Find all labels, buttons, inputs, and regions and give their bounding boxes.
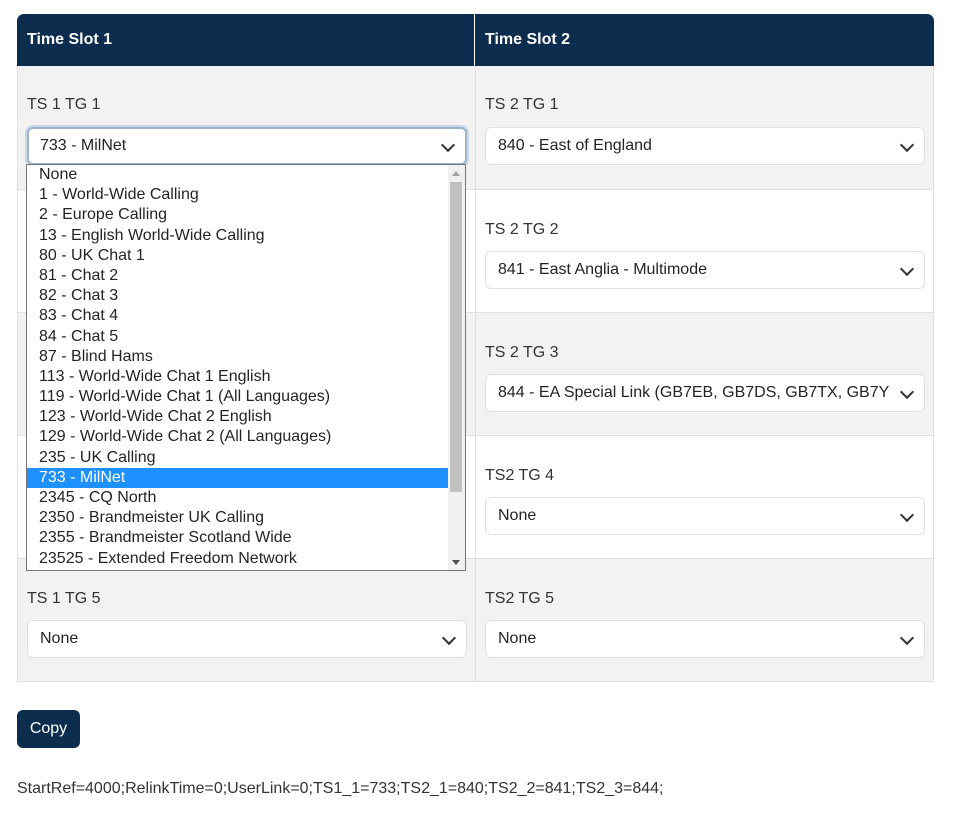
dropdown-option[interactable]: 80 - UK Chat 1 xyxy=(27,246,465,266)
ts2-tg4-label: TS2 TG 4 xyxy=(485,467,555,484)
chevron-down-icon xyxy=(440,137,456,153)
dropdown-option[interactable]: 119 - World-Wide Chat 1 (All Languages) xyxy=(27,387,465,407)
ts2-tg1-cell: TS 2 TG 1 840 - East of England xyxy=(475,66,934,189)
ts2-tg1-select[interactable]: 840 - East of England xyxy=(485,127,925,165)
dropdown-option[interactable]: 2345 - CQ North xyxy=(27,488,465,508)
ts2-tg5-select[interactable]: None xyxy=(485,620,925,658)
select-value: 840 - East of England xyxy=(498,137,652,154)
chevron-down-icon xyxy=(899,630,915,646)
dropdown-option[interactable]: 23525 - Extended Freedom Network xyxy=(27,549,465,569)
header-time-slot-1: Time Slot 1 xyxy=(17,14,475,66)
ts1-tg5-cell: TS 1 TG 5 None xyxy=(17,559,475,681)
ts1-tg5-select[interactable]: None xyxy=(27,620,467,658)
ts2-tg3-select[interactable]: 844 - EA Special Link (GB7EB, GB7DS, GB7… xyxy=(485,374,925,412)
ts2-tg1-label: TS 2 TG 1 xyxy=(485,96,559,113)
select-value: 733 - MilNet xyxy=(40,137,127,154)
table-header: Time Slot 1 Time Slot 2 xyxy=(17,14,934,66)
header-time-slot-2: Time Slot 2 xyxy=(485,31,571,48)
dropdown-option[interactable]: 2 - Europe Calling xyxy=(27,205,465,225)
chevron-down-icon xyxy=(899,261,915,277)
ts1-tg1-label: TS 1 TG 1 xyxy=(27,96,101,113)
ts2-tg2-label: TS 2 TG 2 xyxy=(485,221,559,238)
select-value: None xyxy=(498,630,537,647)
config-output-text: StartRef=4000;RelinkTime=0;UserLink=0;TS… xyxy=(17,780,664,797)
ts2-tg3-cell: TS 2 TG 3 844 - EA Special Link (GB7EB, … xyxy=(475,313,934,435)
ts2-tg2-cell: TS 2 TG 2 841 - East Anglia - Multimode xyxy=(475,190,934,312)
dropdown-option[interactable]: None xyxy=(27,165,465,185)
ts2-tg5-cell: TS2 TG 5 None xyxy=(475,559,934,681)
dropdown-option[interactable]: 13 - English World-Wide Calling xyxy=(27,226,465,246)
dropdown-option[interactable]: 2350 - Brandmeister UK Calling xyxy=(27,508,465,528)
scroll-thumb[interactable] xyxy=(450,182,462,492)
ts2-tg4-cell: TS2 TG 4 None xyxy=(475,436,934,558)
ts2-tg3-label: TS 2 TG 3 xyxy=(485,344,559,361)
chevron-down-icon xyxy=(899,384,915,400)
ts2-tg5-label: TS2 TG 5 xyxy=(485,590,555,607)
select-value: None xyxy=(498,507,537,524)
dropdown-option[interactable]: 82 - Chat 3 xyxy=(27,286,465,306)
dropdown-option[interactable]: 123 - World-Wide Chat 2 English xyxy=(27,407,465,427)
ts2-tg2-select[interactable]: 841 - East Anglia - Multimode xyxy=(485,251,925,289)
scroll-down-arrow-icon[interactable] xyxy=(452,560,460,565)
table-row: TS 1 TG 5 None TS2 TG 5 None xyxy=(17,559,934,682)
dropdown-option[interactable]: 129 - World-Wide Chat 2 (All Languages) xyxy=(27,427,465,447)
select-value: 841 - East Anglia - Multimode xyxy=(498,261,707,278)
scroll-up-arrow-icon[interactable] xyxy=(452,171,460,176)
dropdown-option[interactable]: 235 - UK Calling xyxy=(27,448,465,468)
chevron-down-icon xyxy=(441,630,457,646)
select-value: None xyxy=(40,630,79,647)
dropdown-option[interactable]: 83 - Chat 4 xyxy=(27,306,465,326)
chevron-down-icon xyxy=(899,137,915,153)
dropdown-option[interactable]: 113 - World-Wide Chat 1 English xyxy=(27,367,465,387)
copy-button[interactable]: Copy xyxy=(17,710,80,748)
dropdown-option[interactable]: 2355 - Brandmeister Scotland Wide xyxy=(27,528,465,548)
dropdown-option[interactable]: 87 - Blind Hams xyxy=(27,347,465,367)
ts1-tg5-label: TS 1 TG 5 xyxy=(27,590,101,607)
chevron-down-icon xyxy=(899,507,915,523)
dropdown-scrollbar[interactable] xyxy=(448,165,465,570)
dropdown-option[interactable]: 81 - Chat 2 xyxy=(27,266,465,286)
ts1-tg1-dropdown-list[interactable]: None 1 - World-Wide Calling 2 - Europe Cal… xyxy=(26,164,466,571)
dropdown-option[interactable]: 1 - World-Wide Calling xyxy=(27,185,465,205)
select-value: 844 - EA Special Link (GB7EB, GB7DS, GB7… xyxy=(498,384,890,401)
ts1-tg1-select[interactable]: 733 - MilNet xyxy=(27,127,467,165)
ts2-tg4-select[interactable]: None xyxy=(485,497,925,535)
dropdown-options: None 1 - World-Wide Calling 2 - Europe Cal… xyxy=(27,165,465,569)
dropdown-option[interactable]: 733 - MilNet xyxy=(27,467,465,488)
dropdown-option[interactable]: 84 - Chat 5 xyxy=(27,327,465,347)
